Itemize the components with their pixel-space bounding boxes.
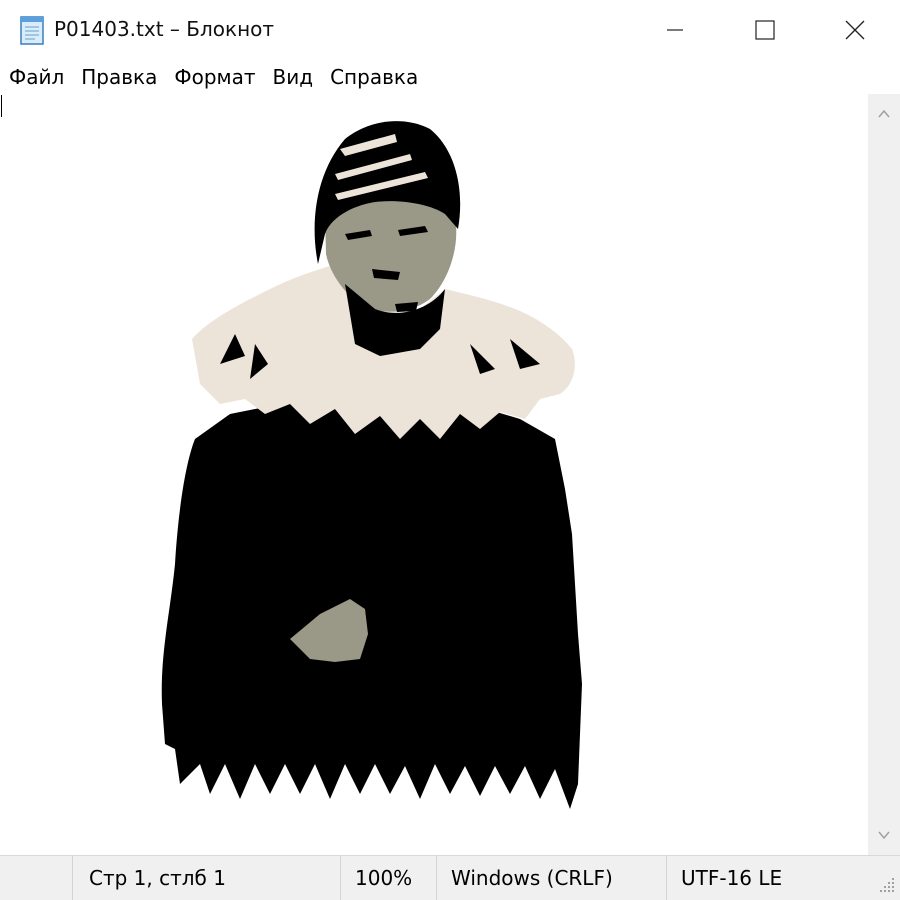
status-bar: Стр 1, стлб 1 100% Windows (CRLF) UTF-16… xyxy=(0,855,900,900)
maximize-icon xyxy=(755,20,775,40)
menu-help[interactable]: Справка xyxy=(321,61,426,93)
status-cursor-position: Стр 1, стлб 1 xyxy=(72,856,340,900)
menu-bar: Файл Правка Формат Вид Справка xyxy=(0,60,900,94)
menu-format[interactable]: Формат xyxy=(165,61,263,93)
scroll-up-icon[interactable] xyxy=(876,106,892,122)
ascii-art-portrait xyxy=(161,121,582,809)
text-editor-area[interactable] xyxy=(0,94,868,855)
maximize-button[interactable] xyxy=(720,0,810,60)
minimize-button[interactable] xyxy=(630,0,720,60)
resize-grip-icon[interactable] xyxy=(876,874,898,896)
window-title: P01403.txt – Блокнот xyxy=(54,17,275,41)
menu-edit[interactable]: Правка xyxy=(72,61,165,93)
menu-file[interactable]: Файл xyxy=(0,61,72,93)
scroll-down-icon[interactable] xyxy=(876,827,892,843)
minimize-icon xyxy=(667,29,683,31)
coat-shape xyxy=(161,394,582,809)
close-button[interactable] xyxy=(810,0,900,60)
menu-view[interactable]: Вид xyxy=(264,61,322,93)
vertical-scrollbar[interactable] xyxy=(868,94,900,855)
title-bar: P01403.txt – Блокнот xyxy=(0,0,900,60)
notepad-icon xyxy=(20,16,44,45)
close-icon xyxy=(845,20,865,40)
status-encoding: UTF-16 LE xyxy=(666,856,900,900)
status-zoom: 100% xyxy=(340,856,436,900)
status-line-endings: Windows (CRLF) xyxy=(436,856,666,900)
